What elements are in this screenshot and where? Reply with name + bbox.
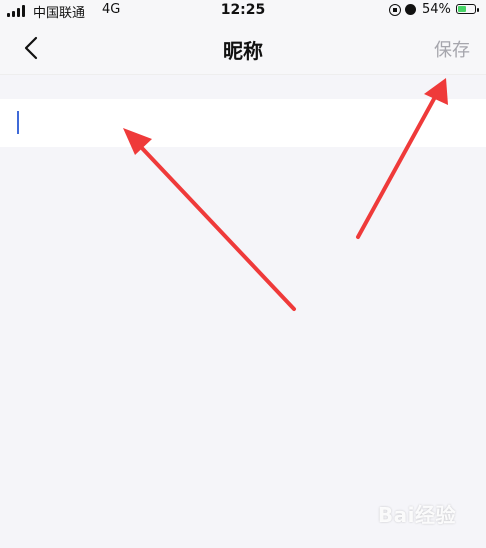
battery-cap: [477, 8, 479, 12]
battery-percentage: 54%: [422, 2, 451, 17]
page-title: 昵称: [223, 39, 263, 63]
nickname-row: [0, 99, 486, 147]
status-bar: 中国联通 4G 12:25 54%: [0, 0, 486, 22]
alarm-icon: [405, 4, 416, 15]
battery-icon: [456, 4, 476, 14]
chevron-left-icon: [24, 36, 38, 60]
save-button[interactable]: 保存: [434, 36, 470, 62]
arrow-to-input: [123, 128, 296, 311]
back-button[interactable]: [18, 34, 46, 62]
navigation-bar: 昵称 保存: [0, 22, 486, 75]
nickname-input[interactable]: [0, 99, 486, 147]
annotation-arrows: [123, 78, 448, 311]
text-cursor: [17, 111, 19, 134]
watermark: Bai经验: [377, 503, 456, 527]
orientation-lock-icon: [389, 4, 401, 16]
battery-level: [458, 6, 466, 12]
